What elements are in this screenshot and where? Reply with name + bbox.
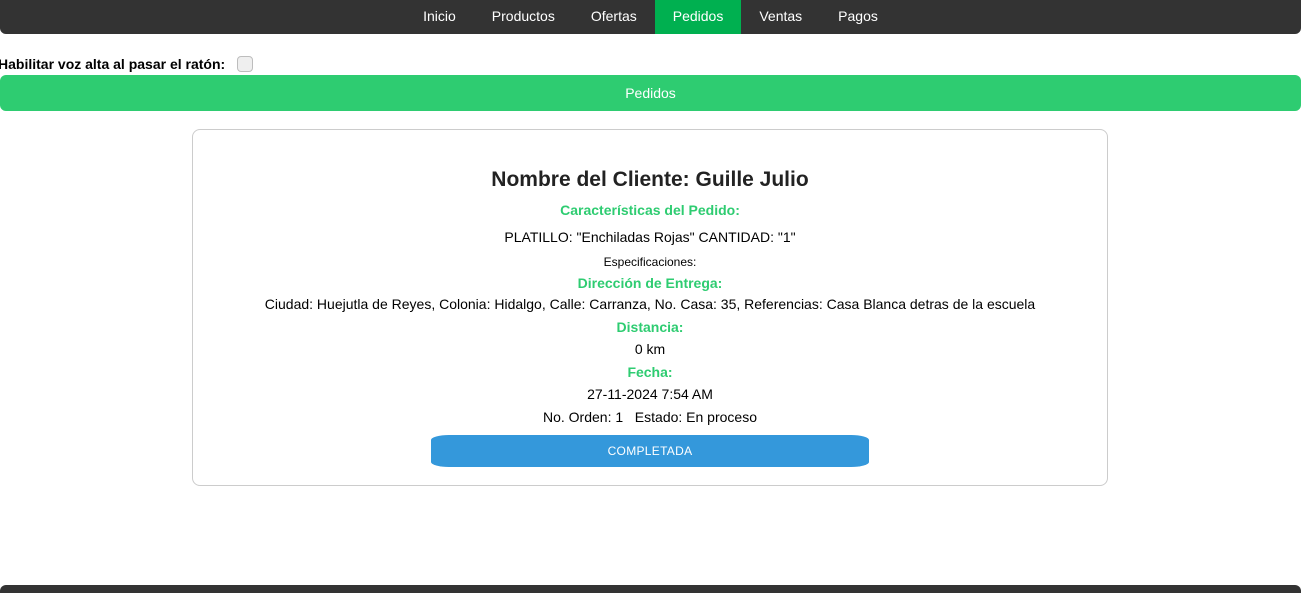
- complete-order-button[interactable]: COMPLETADA: [431, 435, 869, 467]
- dish-line: PLATILLO: "Enchiladas Rojas" CANTIDAD: "…: [504, 229, 796, 245]
- nav-item-ventas[interactable]: Ventas: [741, 0, 820, 34]
- nav-item-pedidos[interactable]: Pedidos: [654, 0, 742, 34]
- section-title: Pedidos: [625, 85, 676, 101]
- order-features-label: Características del Pedido:: [560, 202, 740, 218]
- order-status-line: No. Orden: 1 Estado: En proceso: [542, 409, 757, 425]
- footer-bar: [0, 585, 1301, 593]
- date-label: Fecha:: [627, 364, 673, 380]
- distance-label: Distancia:: [616, 319, 684, 335]
- nav-item-pagos[interactable]: Pagos: [820, 0, 896, 34]
- delivery-label: Dirección de Entrega:: [577, 275, 723, 291]
- nav-item-productos[interactable]: Productos: [474, 0, 573, 34]
- nav-item-ofertas[interactable]: Ofertas: [573, 0, 655, 34]
- voice-toggle-checkbox[interactable]: [237, 56, 254, 72]
- voice-toggle-label: Habilitar voz alta al pasar el ratón:: [0, 56, 226, 72]
- delivery-address: Ciudad: Huejutla de Reyes, Colonia: Hida…: [264, 296, 1036, 312]
- section-header: Pedidos: [0, 75, 1301, 111]
- client-name-heading: Nombre del Cliente: Guille Julio: [491, 168, 809, 191]
- distance-value: 0 km: [634, 341, 666, 357]
- specs-label: Especificaciones:: [603, 255, 697, 269]
- voice-toggle-row: Habilitar voz alta al pasar el ratón:: [0, 54, 254, 74]
- top-navbar: Inicio Productos Ofertas Pedidos Ventas …: [0, 0, 1301, 34]
- order-card: Nombre del Cliente: Guille Julio Caracte…: [192, 129, 1108, 486]
- nav-item-inicio[interactable]: Inicio: [405, 0, 474, 34]
- date-value: 27-11-2024 7:54 AM: [587, 386, 713, 402]
